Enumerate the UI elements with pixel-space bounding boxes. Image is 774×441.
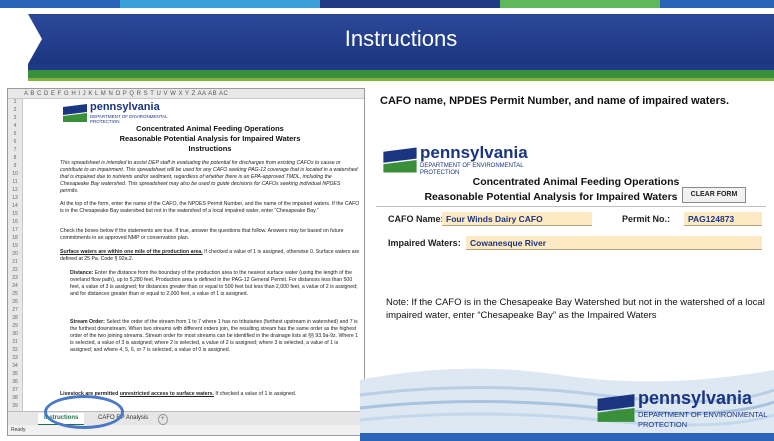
sheet-paragraph-4: Surface waters are within one mile of th… (60, 249, 360, 263)
clear-form-button[interactable]: CLEAR FORM (682, 187, 746, 203)
sheet-title-1: Concentrated Animal Feeding Operations (136, 124, 284, 133)
sheet-paragraph-6: Stream Order: Select the order of the st… (70, 319, 360, 354)
row-number: 5 (13, 131, 17, 137)
row-number: 20 (12, 251, 18, 257)
pa-logo-subtitle: DEPARTMENT OF ENVIRONMENTAL (420, 163, 524, 169)
footer-logo-subtitle: DEPARTMENT OF ENVIRONMENTAL (638, 410, 768, 419)
row-number: 3 (13, 115, 17, 121)
sheet-paragraph-6-rest: Select the order of the stream from 1 to… (70, 319, 359, 353)
pa-logo-text: pennsylvania (420, 143, 528, 162)
slide-title: Instructions (344, 26, 458, 51)
row-number: 38 (12, 395, 18, 401)
row-number: 15 (12, 211, 18, 217)
row-number: 36 (12, 379, 18, 385)
pa-logo-text: pennsylvania (90, 101, 160, 113)
sheet-paragraph-5: Distance: Enter the distance from the bo… (70, 270, 360, 298)
sheet-paragraph-5-bold: Distance: (70, 270, 94, 276)
sheet-title-3: Instructions (188, 144, 232, 153)
row-number: 37 (12, 387, 18, 393)
sheet-paragraph-7-bold: unrestricted access to surface waters. (119, 391, 214, 397)
row-number: 29 (12, 323, 18, 329)
form-title-2: Reasonable Potential Analysis for Impair… (424, 191, 678, 203)
row-number: 6 (13, 139, 17, 145)
green-divider (28, 70, 774, 78)
sheet-paragraph-2: At the top of the form, enter the name o… (60, 201, 360, 214)
permit-number-label: Permit No.: (622, 214, 671, 224)
row-number: 12 (12, 187, 18, 193)
row-number: 14 (12, 203, 18, 209)
row-number: 24 (12, 283, 18, 289)
title-banner: Instructions (28, 14, 774, 70)
row-number: 16 (12, 219, 18, 225)
row-number: 18 (12, 235, 18, 241)
green-divider-thin (28, 78, 774, 81)
sheet-paragraph-4-bold: Surface waters are within one mile of th… (60, 249, 203, 255)
row-number: 4 (13, 123, 17, 129)
form-excerpt: pennsylvania DEPARTMENT OF ENVIRONMENTAL… (376, 140, 766, 270)
cafo-name-label: CAFO Name: (388, 214, 444, 224)
row-number: 1 (13, 99, 17, 105)
row-number: 34 (12, 363, 18, 369)
sheet-paragraph-5-rest: Enter the distance from the boundary of … (70, 270, 358, 297)
form-divider (376, 206, 766, 207)
footer-logo: pennsylvania DEPARTMENT OF ENVIRONMENTAL… (596, 388, 774, 436)
row-number: 28 (12, 315, 18, 321)
impaired-waters-label: Impaired Waters: (388, 238, 461, 248)
row-number: 31 (12, 339, 18, 345)
sheet-title-2: Reasonable Potential Analysis for Impair… (119, 134, 301, 143)
pa-logo-icon (63, 104, 87, 122)
row-number: 27 (12, 307, 18, 313)
impaired-waters-field[interactable]: Cowanesque River (466, 236, 762, 250)
footer-logo-subtitle-2: PROTECTION (638, 420, 688, 429)
row-number: 10 (12, 171, 18, 177)
row-number: 35 (12, 371, 18, 377)
sheet-paragraph-1: This spreadsheet is intended to assist D… (60, 160, 358, 194)
row-number: 33 (12, 355, 18, 361)
row-number: 32 (12, 347, 18, 353)
pa-logo-subtitle-2: PROTECTION (420, 170, 460, 176)
add-sheet-button[interactable]: + (158, 414, 168, 425)
footer-logo-text: pennsylvania (638, 388, 753, 408)
sheet-paragraph-3: Check the boxes below if the statements … (60, 228, 344, 241)
row-number: 30 (12, 331, 18, 337)
row-number: 39 (12, 403, 18, 409)
pa-logo-icon (383, 147, 417, 173)
caption-top: CAFO name, NPDES Permit Number, and name… (380, 95, 730, 107)
row-number: 21 (12, 259, 18, 265)
row-number: 25 (12, 291, 18, 297)
row-number: 7 (13, 147, 17, 153)
cafo-name-field[interactable]: Four Winds Dairy CAFO (442, 212, 592, 226)
sheet-paragraph-7-rest: If checked a value of 1 is assigned. (213, 391, 297, 397)
sheet-paragraph-6-bold: Stream Order: (70, 319, 105, 325)
top-color-strip (0, 0, 774, 8)
spreadsheet-window: A B C D E F G H I J K L M N O P Q R S T … (7, 88, 365, 436)
row-number: 8 (13, 155, 17, 161)
note-text: Note: If the CAFO is in the Chesapeake B… (386, 297, 765, 321)
row-number: 9 (13, 163, 17, 169)
row-number: 11 (12, 179, 18, 185)
row-number: 19 (12, 243, 18, 249)
row-number: 13 (12, 195, 18, 201)
status-bar: Ready (8, 425, 364, 435)
pa-logo-icon (597, 394, 635, 422)
row-number: 2 (13, 107, 17, 113)
row-number: 23 (12, 275, 18, 281)
row-number: 26 (12, 299, 18, 305)
row-number: 22 (12, 267, 18, 273)
column-headers: A B C D E F G H I J K L M N O P Q R S T … (8, 89, 364, 99)
row-headers: 1 2 3 4 5 6 7 8 9 10 11 12 13 14 15 16 17 18 19 20 21 22 23 24 2… (8, 99, 23, 411)
row-number: 17 (12, 227, 18, 233)
form-title-1: Concentrated Animal Feeding Operations (472, 176, 680, 188)
highlight-oval (44, 395, 124, 429)
permit-number-field[interactable]: PAG124873 (684, 212, 762, 226)
